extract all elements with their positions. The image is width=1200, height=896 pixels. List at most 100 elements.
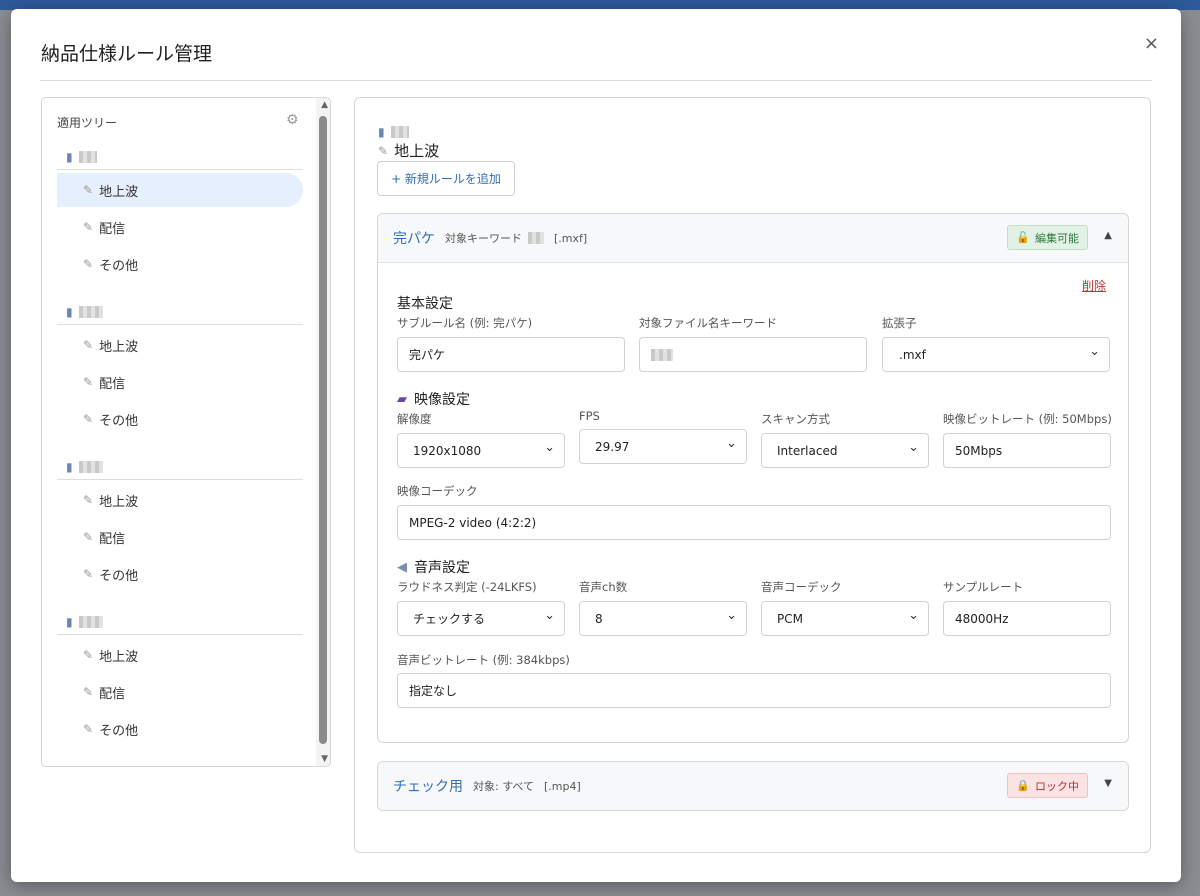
building-icon: ▮	[66, 614, 73, 629]
antenna-icon: ✎	[378, 143, 389, 158]
tree-item-terrestrial[interactable]: ✎ 地上波	[57, 328, 303, 362]
extension-select[interactable]: .mxf	[882, 337, 1110, 372]
status-badge: 🔓 編集可能	[1007, 225, 1088, 250]
building-icon: ▮	[378, 125, 385, 139]
keyword-input[interactable]	[639, 337, 867, 372]
tree-scroll-thumb[interactable]	[319, 116, 327, 744]
antenna-icon: ✎	[83, 685, 94, 699]
scroll-up-icon[interactable]: ▲	[321, 100, 328, 110]
antenna-icon: ✎	[83, 338, 94, 352]
antenna-icon: ✎	[83, 530, 94, 544]
extension-label: 拡張子	[882, 316, 917, 330]
tree-title: 適用ツリー	[57, 116, 118, 130]
audio-channel-select[interactable]: 8	[579, 601, 747, 636]
sample-rate-label: サンプルレート	[943, 580, 1024, 594]
tree-item-terrestrial[interactable]: ✎ 地上波	[57, 638, 303, 672]
unlock-icon: 🔓	[1016, 231, 1030, 244]
antenna-icon: ✎	[83, 412, 94, 426]
antenna-icon: ✎	[83, 220, 94, 234]
video-settings-title: ▰ 映像設定	[397, 391, 470, 409]
tree-item-other[interactable]: ✎ その他	[57, 557, 303, 591]
blurred-label	[390, 126, 409, 138]
status-badge: 🔒 ロック中	[1007, 773, 1088, 798]
blurred-label	[78, 305, 103, 318]
apply-tree-panel: 適用ツリー ⚙ ▮ ✎ 地上波 ✎ 配信 ✎ その他 ▮ ✎ 地上波 ✎ 配信 ✎ その他 …	[41, 97, 331, 767]
tree-item-streaming[interactable]: ✎ 配信	[57, 210, 303, 244]
divider	[40, 80, 1152, 81]
basic-settings-title: 基本設定	[397, 296, 453, 312]
audio-bitrate-input[interactable]: 指定なし	[397, 673, 1111, 708]
rule-target: 対象: すべて	[473, 780, 534, 793]
blurred-keyword	[651, 348, 673, 361]
rule-card: 完パケ 対象キーワード [.mxf] 🔓 編集可能 ▲ 削除 基本設定 サブルール…	[377, 213, 1129, 743]
audio-channel-label: 音声ch数	[579, 580, 628, 594]
tree-item-other[interactable]: ✎ その他	[57, 247, 303, 281]
antenna-icon: ✎	[83, 722, 94, 736]
resolution-label: 解像度	[397, 412, 432, 426]
rule-extension: [.mp4]	[544, 779, 581, 793]
rule-detail-panel: ▮ ✎ 地上波 + 新規ルールを追加 完パケ 対象キーワード [.mxf] 🔓 編集…	[354, 97, 1151, 853]
resolution-select[interactable]: 1920x1080	[397, 433, 565, 468]
tree-group-header[interactable]: ▮	[57, 609, 303, 635]
fps-label: FPS	[579, 409, 600, 423]
antenna-icon: ✎	[83, 567, 94, 581]
tree-group-header[interactable]: ▮	[57, 454, 303, 480]
tree-group: ▮ ✎ 地上波 ✎ 配信 ✎ その他	[57, 454, 303, 591]
tree-item-streaming[interactable]: ✎ 配信	[57, 365, 303, 399]
clapperboard-icon: ▰	[397, 391, 407, 407]
rule-keyword-prefix: 対象キーワード	[445, 232, 522, 245]
collapse-icon[interactable]: ▲	[1104, 230, 1112, 241]
blurred-label	[78, 615, 103, 628]
tree-item-other[interactable]: ✎ その他	[57, 712, 303, 746]
tree-group-header[interactable]: ▮	[57, 299, 303, 325]
tree-item-other[interactable]: ✎ その他	[57, 402, 303, 436]
fps-select[interactable]: 29.97	[579, 429, 747, 464]
tree-item-streaming[interactable]: ✎ 配信	[57, 675, 303, 709]
subrule-name-label: サブルール名 (例: 完パケ)	[397, 316, 533, 330]
tree-group: ▮ ✎ 地上波 ✎ 配信 ✎ その他	[57, 299, 303, 436]
breadcrumb-parent: ▮	[378, 125, 409, 139]
building-icon: ▮	[66, 304, 73, 319]
video-bitrate-input[interactable]: 50Mbps	[943, 433, 1111, 468]
antenna-icon: ✎	[83, 493, 94, 507]
rule-extension: [.mxf]	[554, 231, 588, 245]
sample-rate-input[interactable]: 48000Hz	[943, 601, 1111, 636]
video-codec-input[interactable]: MPEG-2 video (4:2:2)	[397, 505, 1111, 540]
rule-management-modal: 納品仕様ルール管理 × 適用ツリー ⚙ ▮ ✎ 地上波 ✎ 配信 ✎ その他 ▮ ✎ 地…	[11, 9, 1181, 882]
gear-icon[interactable]: ⚙	[286, 112, 299, 128]
scroll-down-icon[interactable]: ▼	[321, 754, 328, 764]
tree-item-terrestrial[interactable]: ✎ 地上波	[57, 173, 303, 207]
antenna-icon: ✎	[83, 257, 94, 271]
antenna-icon: ✎	[83, 375, 94, 389]
rule-card: チェック用 対象: すべて [.mp4] 🔒 ロック中 ▼	[377, 761, 1129, 811]
close-icon[interactable]: ×	[1144, 33, 1159, 54]
subrule-name-input[interactable]: 完パケ	[397, 337, 625, 372]
tree-item-terrestrial[interactable]: ✎ 地上波	[57, 483, 303, 517]
rule-card-header[interactable]: チェック用 対象: すべて [.mp4] 🔒 ロック中 ▼	[378, 762, 1128, 810]
audio-bitrate-label: 音声ビットレート (例: 384kbps)	[397, 653, 570, 667]
lock-icon: 🔒	[1016, 779, 1030, 792]
blurred-label	[78, 460, 103, 473]
blurred-keyword	[528, 232, 544, 244]
speaker-icon: ◀	[397, 559, 407, 575]
video-codec-label: 映像コーデック	[397, 484, 478, 498]
video-bitrate-label: 映像ビットレート (例: 50Mbps)	[943, 412, 1112, 426]
tree-group: ▮ ✎ 地上波 ✎ 配信 ✎ その他	[57, 144, 303, 281]
scan-label: スキャン方式	[761, 412, 830, 426]
antenna-icon: ✎	[83, 183, 94, 197]
add-rule-button[interactable]: + 新規ルールを追加	[377, 161, 515, 196]
blurred-label	[78, 150, 97, 163]
rule-card-header[interactable]: 完パケ 対象キーワード [.mxf] 🔓 編集可能 ▲	[378, 214, 1128, 262]
delete-link[interactable]: 削除	[1082, 277, 1106, 294]
rule-name: 完パケ	[393, 231, 435, 247]
loudness-select[interactable]: チェックする	[397, 601, 565, 636]
tree-group-header[interactable]: ▮	[57, 144, 303, 170]
tree-group: ▮ ✎ 地上波 ✎ 配信 ✎ その他	[57, 609, 303, 746]
building-icon: ▮	[66, 459, 73, 474]
tree-item-streaming[interactable]: ✎ 配信	[57, 520, 303, 554]
scan-select[interactable]: Interlaced	[761, 433, 929, 468]
rule-card-body: 削除 基本設定 サブルール名 (例: 完パケ) 完パケ 対象ファイル名キーワード…	[378, 262, 1128, 742]
audio-codec-label: 音声コーデック	[761, 580, 842, 594]
audio-codec-select[interactable]: PCM	[761, 601, 929, 636]
expand-icon[interactable]: ▼	[1104, 778, 1112, 789]
